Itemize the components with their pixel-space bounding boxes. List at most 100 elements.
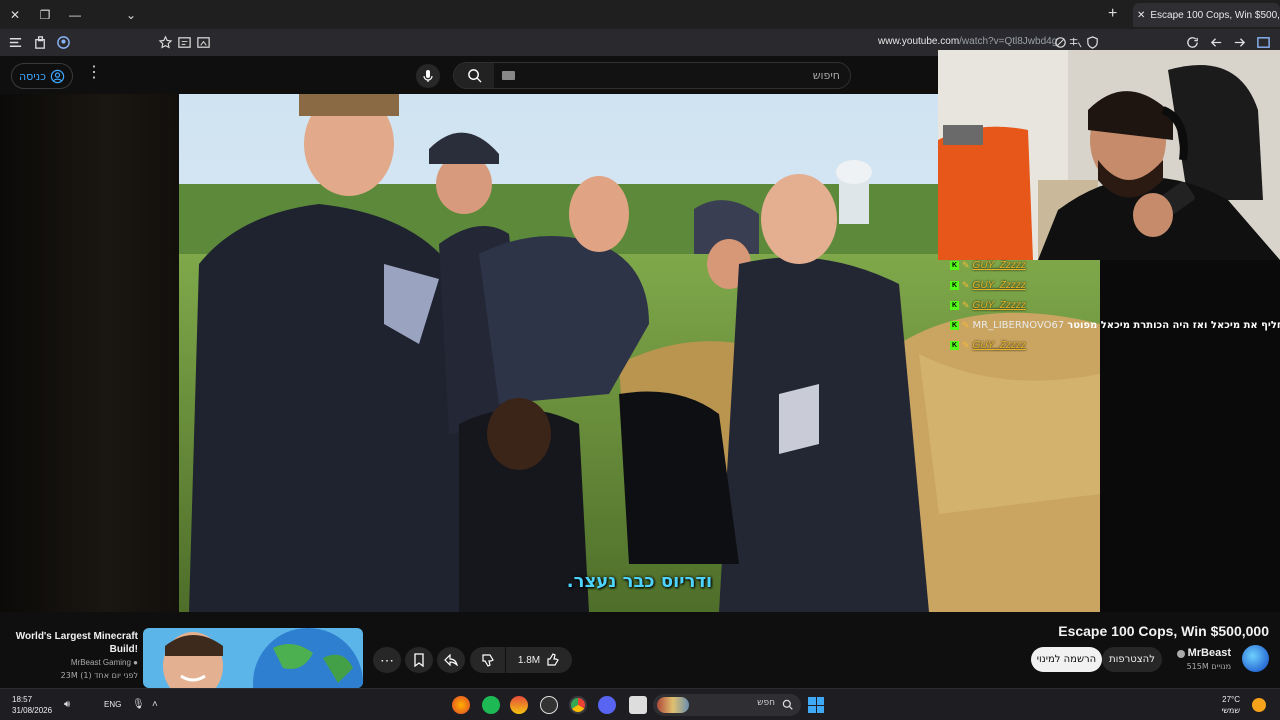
translate-icon[interactable] (1068, 35, 1083, 50)
youtube-header: כניסה ⋮ (0, 56, 940, 94)
pencil-badge-icon: ✎ (962, 339, 970, 350)
volume-icon[interactable]: 🔊︎ (64, 699, 70, 710)
chat-username: GUY_Zzzzz (972, 339, 1026, 351)
chat-message: K ✎ GUY_Zzzzz (950, 338, 1026, 352)
pencil-badge-icon: ✎ (962, 259, 970, 270)
chat-username: MR_LIBERNOVO67 (972, 319, 1065, 331)
channel-name[interactable]: MrBeast (1188, 647, 1231, 659)
video-side-background (0, 94, 179, 612)
chat-username: GUY_Zzzzz (972, 279, 1026, 291)
menu-icon[interactable] (1256, 35, 1271, 50)
firefox-icon[interactable] (452, 696, 470, 714)
back-icon[interactable] (1209, 35, 1224, 50)
pencil-badge-icon: ✎ (962, 319, 970, 330)
search-button[interactable] (454, 63, 494, 88)
share-button[interactable] (437, 647, 465, 673)
chatgpt-icon[interactable] (540, 696, 558, 714)
share-icon (444, 654, 458, 666)
taskbar: 18:57 31/08/2026 🔊︎ ENG 🎙︎ ˄ חפש 27°C שמ… (0, 688, 1280, 720)
discord-icon[interactable] (598, 696, 616, 714)
voice-search-button[interactable] (416, 64, 440, 88)
taskbar-search[interactable]: חפש (653, 694, 801, 716)
pencil-badge-icon: ✎ (962, 279, 970, 290)
join-button[interactable]: להצטרפות (1102, 647, 1162, 672)
search-box (453, 62, 851, 89)
minimize-window-icon[interactable]: — (60, 0, 90, 29)
weather-description: שמשי (1221, 706, 1240, 715)
signin-button[interactable]: כניסה (11, 63, 73, 89)
verified-icon: ● (133, 658, 138, 667)
signin-label: כניסה (18, 69, 46, 83)
chat-message: K ✎ GUY_Zzzzz (950, 278, 1026, 292)
windows-start-icon[interactable] (808, 697, 824, 713)
weather-widget[interactable]: 27°C שמשי (1221, 694, 1240, 716)
window-titlebar: ✕ ❐ — ⌄ + ✕ Escape 100 Cops, Win $500,00… (0, 0, 1280, 29)
stream-chat: K ✎ GUY_Zzzzz K ✎ GUY_Zzzzz K ✎ GUY_Zzzzz K… (950, 258, 1280, 354)
restore-window-icon[interactable]: ❐ (30, 0, 60, 29)
extensions-icon[interactable] (33, 35, 48, 50)
thumbs-up-icon (547, 653, 559, 666)
chevron-down-icon[interactable]: ⌄ (116, 0, 146, 29)
streamer-webcam (938, 50, 1280, 260)
chat-message: K ✎ MR_LIBERNOVO67 תחליף את מיכאל ואז היה… (950, 318, 1280, 332)
search-icon (467, 69, 482, 83)
more-horizontal-icon: ⋯ (380, 651, 394, 668)
reading-list-icon[interactable] (177, 35, 192, 50)
language-indicator[interactable]: ENG (104, 700, 121, 709)
chat-message-text: תחליף את מיכאל ואז היה הכותרת מיכאל מפוט… (1067, 319, 1280, 331)
tab-title: Escape 100 Cops, Win $500,000 (1150, 9, 1280, 21)
forward-icon[interactable] (1232, 35, 1247, 50)
close-window-icon[interactable]: ✕ (0, 0, 30, 29)
url-text[interactable]: www.youtube.com/watch?v=Qtl8Jwbd4g (878, 36, 1057, 47)
recommended-video[interactable]: World's Largest Minecraft Build! MrBeast… (0, 612, 365, 688)
webcam-image (938, 50, 1280, 260)
profile-icon[interactable] (56, 35, 71, 50)
weather-temperature: 27°C (1222, 695, 1240, 704)
app-icon[interactable] (510, 696, 528, 714)
taskbar-search-label: חפש (757, 698, 775, 708)
new-tab-button[interactable]: + (1108, 5, 1117, 23)
like-button[interactable]: 1.8M (506, 647, 572, 673)
account-icon (50, 69, 65, 83)
search-icon (782, 699, 793, 710)
kick-badge-icon: K (950, 260, 959, 270)
tracking-protection-icon[interactable] (1053, 35, 1068, 50)
chat-username: GUY_Zzzzz (972, 299, 1026, 311)
browser-tab[interactable]: ✕ Escape 100 Cops, Win $500,000 (1133, 3, 1280, 27)
subscribe-button[interactable]: הרשמה למינוי (1031, 647, 1102, 672)
chat-message: K ✎ GUY_Zzzzz (950, 298, 1026, 312)
recommended-channel: MrBeast Gaming ● (70, 658, 138, 667)
shield-icon[interactable] (1085, 35, 1100, 50)
kick-badge-icon: K (950, 300, 959, 310)
like-count: 1.8M (517, 654, 541, 666)
search-input[interactable] (500, 63, 840, 88)
sun-icon (1252, 698, 1266, 712)
recommended-title[interactable]: World's Largest Minecraft Build! (10, 630, 138, 656)
thumbnail-image (143, 628, 363, 688)
sidebar-icon[interactable] (8, 35, 23, 50)
system-clock[interactable]: 18:57 31/08/2026 (12, 694, 52, 716)
save-button[interactable] (405, 647, 433, 673)
settings-more-icon[interactable]: ⋮ (86, 65, 102, 81)
tray-chevron-up-icon[interactable]: ˄ (152, 699, 158, 710)
chrome-icon[interactable] (569, 696, 587, 714)
file-explorer-icon[interactable] (629, 696, 647, 714)
verified-icon (1177, 650, 1185, 658)
microphone-icon (423, 70, 433, 82)
subscriber-count: 515M מנויים (1186, 662, 1231, 671)
chat-username: GUY_Zzzzz (972, 259, 1026, 271)
microphone-icon[interactable]: 🎙︎ (132, 699, 145, 710)
bookmark-star-icon[interactable] (158, 35, 173, 50)
channel-avatar[interactable] (1242, 645, 1269, 672)
screenshot-icon[interactable] (196, 35, 211, 50)
dislike-button[interactable] (470, 647, 505, 673)
kick-badge-icon: K (950, 340, 959, 350)
close-tab-icon[interactable]: ✕ (1137, 10, 1145, 21)
video-title: Escape 100 Cops, Win $500,000 (1058, 623, 1269, 639)
video-details: World's Largest Minecraft Build! MrBeast… (0, 612, 1280, 688)
more-actions-button[interactable]: ⋯ (373, 647, 401, 673)
recommended-thumbnail[interactable] (143, 628, 363, 688)
thumbs-down-icon (481, 654, 494, 667)
spotify-icon[interactable] (482, 696, 500, 714)
reload-icon[interactable] (1185, 35, 1200, 50)
